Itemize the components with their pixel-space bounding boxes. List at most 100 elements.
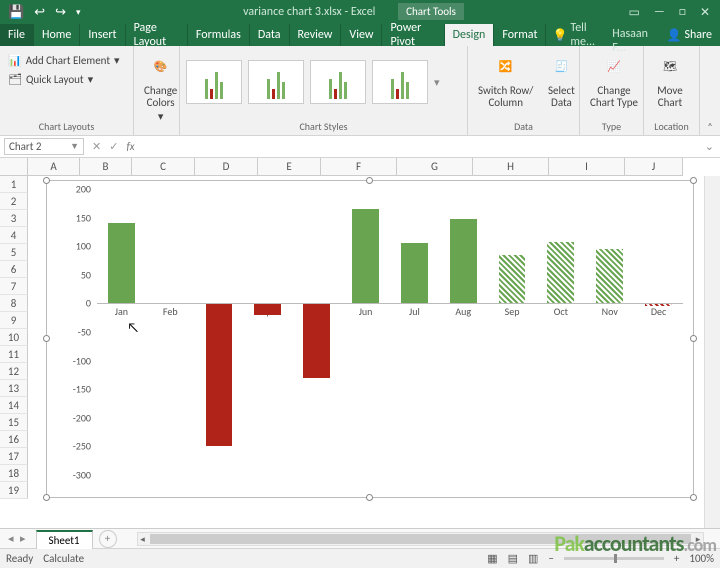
row-header[interactable]: 6	[0, 261, 28, 278]
switch-row-column-button[interactable]: 🔀Switch Row/ Column	[474, 49, 537, 111]
tab-data[interactable]: Data	[250, 24, 290, 46]
column-header[interactable]: I	[549, 158, 625, 176]
resize-handle[interactable]	[690, 177, 697, 184]
row-header[interactable]: 7	[0, 278, 28, 295]
tab-file[interactable]: File	[0, 24, 34, 46]
collapse-ribbon-icon[interactable]: ˄	[700, 46, 720, 135]
select-all-corner[interactable]	[0, 158, 28, 176]
row-header[interactable]: 4	[0, 227, 28, 244]
tab-home[interactable]: Home	[34, 24, 80, 46]
resize-handle[interactable]	[690, 494, 697, 501]
resize-handle[interactable]	[366, 177, 373, 184]
cells-area[interactable]: 200150100500-50-100-150-200-250-300 JanF…	[28, 176, 704, 528]
redo-icon[interactable]: ↪	[55, 5, 66, 20]
styles-more-icon[interactable]: ▾	[434, 76, 440, 89]
tab-view[interactable]: View	[341, 24, 382, 46]
tab-format[interactable]: Format	[494, 24, 546, 46]
row-header[interactable]: 13	[0, 380, 28, 397]
chart-style-4[interactable]	[372, 60, 428, 104]
resize-handle[interactable]	[366, 494, 373, 501]
bar[interactable]	[401, 243, 428, 303]
chart-object[interactable]: 200150100500-50-100-150-200-250-300 JanF…	[46, 180, 694, 498]
maximize-icon[interactable]: □	[679, 5, 686, 20]
zoom-slider[interactable]	[564, 557, 664, 560]
row-header[interactable]: 9	[0, 312, 28, 329]
fx-icon[interactable]: fx	[126, 140, 138, 153]
chevron-down-icon[interactable]: ▼	[70, 141, 79, 152]
column-header[interactable]: D	[195, 158, 258, 176]
bar[interactable]	[499, 255, 526, 304]
change-chart-type-button[interactable]: 📈Change Chart Type	[586, 49, 642, 111]
resize-handle[interactable]	[43, 494, 50, 501]
row-header[interactable]: 11	[0, 346, 28, 363]
row-header[interactable]: 18	[0, 465, 28, 482]
tab-review[interactable]: Review	[290, 24, 342, 46]
bar[interactable]	[254, 303, 281, 314]
bar[interactable]	[108, 223, 135, 303]
vertical-scrollbar[interactable]	[704, 176, 720, 528]
tab-insert[interactable]: Insert	[80, 24, 125, 46]
row-header[interactable]: 17	[0, 448, 28, 465]
bar[interactable]	[450, 219, 477, 304]
column-header[interactable]: A	[28, 158, 80, 176]
row-header[interactable]: 16	[0, 431, 28, 448]
row-header[interactable]: 10	[0, 329, 28, 346]
resize-handle[interactable]	[43, 335, 50, 342]
resize-handle[interactable]	[43, 177, 50, 184]
share-button[interactable]: 👤 Share	[659, 24, 720, 46]
column-header[interactable]: H	[473, 158, 549, 176]
row-header[interactable]: 3	[0, 210, 28, 227]
chart-style-3[interactable]	[310, 60, 366, 104]
row-header[interactable]: 12	[0, 363, 28, 380]
bar[interactable]	[352, 209, 379, 303]
add-chart-element-button[interactable]: 📊 Add Chart Element ▾	[6, 52, 122, 69]
cancel-icon[interactable]: ✕	[92, 140, 101, 153]
bar[interactable]	[596, 249, 623, 303]
chart-style-1[interactable]	[186, 60, 242, 104]
move-chart-button[interactable]: 🗺Move Chart	[650, 49, 690, 111]
user-name[interactable]: Hasaan F...	[606, 24, 658, 46]
resize-handle[interactable]	[690, 335, 697, 342]
formula-input[interactable]	[145, 138, 699, 156]
enter-icon[interactable]: ✓	[109, 140, 118, 153]
tab-power-pivot[interactable]: Power Pivot	[382, 24, 444, 46]
minimize-icon[interactable]: —	[654, 5, 665, 20]
tab-page-layout[interactable]: Page Layout	[126, 24, 188, 46]
row-header[interactable]: 19	[0, 482, 28, 499]
close-icon[interactable]: ✕	[700, 5, 710, 20]
tell-me[interactable]: 💡 Tell me...	[546, 24, 606, 46]
zoom-out-icon[interactable]: −	[548, 552, 553, 565]
row-header[interactable]: 14	[0, 397, 28, 414]
bar[interactable]	[206, 303, 233, 446]
row-header[interactable]: 1	[0, 176, 28, 193]
name-box[interactable]: Chart 2▼	[4, 138, 84, 155]
qat-more-icon[interactable]: ▾	[76, 7, 81, 18]
plot-area[interactable]: 200150100500-50-100-150-200-250-300 JanF…	[97, 189, 683, 475]
chart-style-2[interactable]	[248, 60, 304, 104]
column-header[interactable]: C	[132, 158, 195, 176]
undo-icon[interactable]: ↩	[34, 5, 45, 20]
column-header[interactable]: E	[258, 158, 321, 176]
view-break-icon[interactable]: ▥	[528, 552, 538, 565]
ribbon-options-icon[interactable]: ▭	[628, 5, 639, 20]
column-header[interactable]: J	[625, 158, 683, 176]
quick-layout-button[interactable]: 🗂 Quick Layout ▾	[6, 71, 95, 88]
bar[interactable]	[547, 242, 574, 303]
view-normal-icon[interactable]: ▦	[487, 552, 497, 565]
add-sheet-button[interactable]: +	[99, 530, 117, 548]
tab-formulas[interactable]: Formulas	[188, 24, 250, 46]
column-header[interactable]: G	[397, 158, 473, 176]
row-header[interactable]: 5	[0, 244, 28, 261]
row-header[interactable]: 2	[0, 193, 28, 210]
select-data-button[interactable]: 🧾Select Data	[541, 49, 581, 111]
row-header[interactable]: 15	[0, 414, 28, 431]
bar[interactable]	[303, 303, 330, 377]
tab-design[interactable]: Design	[445, 24, 495, 46]
row-header[interactable]: 8	[0, 295, 28, 312]
sheet-tab-active[interactable]: Sheet1	[36, 530, 93, 549]
change-colors-button[interactable]: 🎨 Change Colors▾	[140, 49, 181, 125]
column-header[interactable]: B	[80, 158, 132, 176]
view-layout-icon[interactable]: ▤	[508, 552, 518, 565]
sheet-nav[interactable]: ◂ ▸	[0, 532, 36, 545]
save-icon[interactable]: 💾	[8, 5, 24, 20]
